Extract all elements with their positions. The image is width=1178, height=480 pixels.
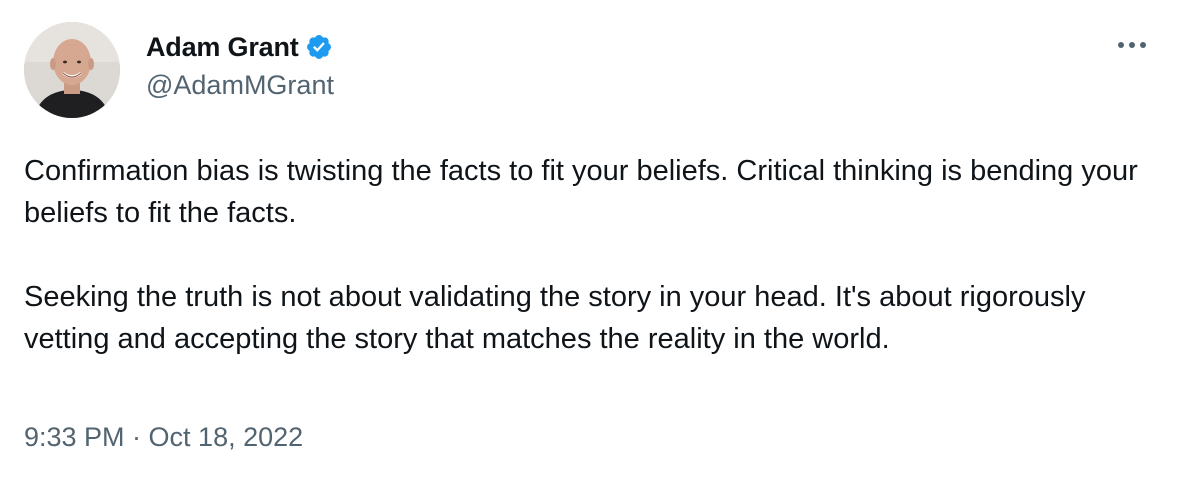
avatar-image: [24, 22, 120, 118]
tweet-card: Adam Grant @AdamMGrant Confirmation bias…: [0, 0, 1178, 480]
verified-badge-icon: [305, 33, 333, 61]
tweet-text: Confirmation bias is twisting the facts …: [24, 150, 1154, 360]
user-handle[interactable]: @AdamMGrant: [146, 70, 334, 101]
display-name[interactable]: Adam Grant: [146, 32, 299, 63]
avatar[interactable]: [24, 22, 120, 118]
tweet-paragraph-1: Confirmation bias is twisting the facts …: [24, 155, 1146, 229]
tweet-paragraph-2: Seeking the truth is not about validatin…: [24, 281, 1094, 355]
author-block: Adam Grant @AdamMGrant: [146, 28, 334, 101]
name-row: Adam Grant: [146, 28, 334, 66]
more-horizontal-icon: [1118, 42, 1146, 48]
more-options-button[interactable]: [1112, 30, 1152, 60]
tweet-timestamp[interactable]: 9:33 PM · Oct 18, 2022: [24, 422, 303, 453]
